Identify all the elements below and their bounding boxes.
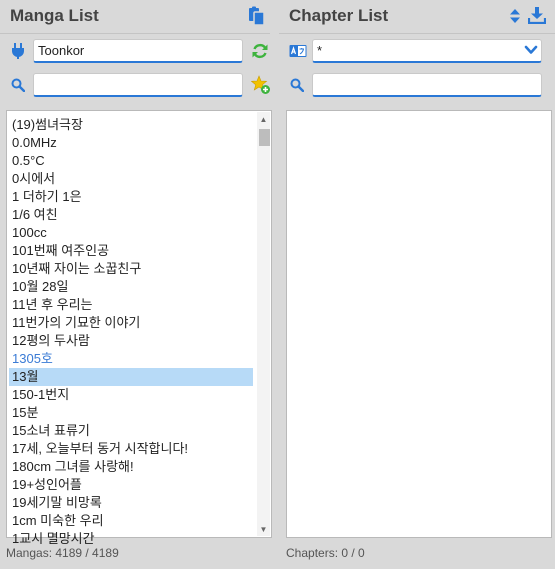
scroll-thumb[interactable] (259, 129, 270, 146)
chevron-down-icon[interactable] (524, 44, 538, 56)
language-value: * (317, 43, 323, 58)
manga-search-input[interactable] (33, 73, 243, 97)
manga-list-item[interactable]: 10년째 자이는 소꿉친구 (9, 260, 253, 278)
manga-list-item[interactable]: 17세, 오늘부터 동거 시작합니다! (9, 440, 253, 458)
manga-list-item[interactable]: 1 더하기 1은 (9, 188, 253, 206)
chapter-panel-header: Chapter List (279, 0, 555, 32)
chapter-search-input[interactable] (312, 73, 542, 97)
manga-list[interactable]: (19)썸녀극장 0.0MHz 0.5°C 0시에서 1 더하기 1은 1/6 여친 100… (6, 110, 272, 546)
language-select[interactable]: * (312, 39, 542, 63)
manga-list-item[interactable]: 11번가의 기묘한 이야기 (9, 314, 253, 332)
chapter-search-row (279, 73, 555, 99)
connector-row: Toonkor (0, 39, 270, 65)
header-divider (279, 33, 555, 34)
chapter-search-text[interactable] (317, 77, 537, 92)
manga-list-item[interactable]: 1305호 (9, 350, 253, 368)
manga-panel-header: Manga List (0, 0, 270, 32)
manga-list-item[interactable]: 12평의 두사람 (9, 332, 253, 350)
manga-list-item[interactable]: 150-1번지 (9, 386, 253, 404)
manga-list-item[interactable]: 1/6 여친 (9, 206, 253, 224)
header-divider (0, 33, 270, 34)
manga-list-item[interactable]: (19)썸녀극장 (9, 116, 253, 134)
search-icon (10, 77, 26, 93)
manga-list-item[interactable]: 100cc (9, 224, 253, 242)
manga-list-item[interactable]: 1cm 미숙한 우리 (9, 512, 253, 530)
sort-arrows-icon[interactable] (509, 8, 521, 24)
download-icon[interactable] (527, 6, 547, 25)
manga-list-item[interactable]: 11년 후 우리는 (9, 296, 253, 314)
manga-list-item[interactable]: 19+성인어플 (9, 476, 253, 494)
manga-list-scrollbar[interactable]: ▲ ▼ (257, 112, 270, 536)
manga-search-row (0, 73, 270, 99)
manga-list-item[interactable]: 19세기말 비망록 (9, 494, 253, 512)
manga-list-item[interactable]: 10월 28일 (9, 278, 253, 296)
scroll-down-icon[interactable]: ▼ (257, 522, 270, 536)
scroll-up-icon[interactable]: ▲ (257, 112, 270, 126)
manga-list-item[interactable]: 0.0MHz (9, 134, 253, 152)
manga-list-item[interactable]: 0.5°C (9, 152, 253, 170)
manga-list-item[interactable]: 180cm 그녀를 사랑해! (9, 458, 253, 476)
manga-list-item[interactable]: 101번째 여주인공 (9, 242, 253, 260)
chapter-list[interactable] (286, 110, 552, 538)
plug-icon (10, 43, 26, 59)
manga-items: (19)썸녀극장 0.0MHz 0.5°C 0시에서 1 더하기 1은 1/6 여친 100… (9, 116, 253, 548)
manga-list-title: Manga List (10, 6, 99, 25)
connector-select[interactable]: Toonkor (33, 39, 243, 63)
manga-count-status: Mangas: 4189 / 4189 (6, 546, 119, 560)
manga-list-item[interactable]: 13월 (9, 368, 253, 386)
manga-list-item[interactable]: 15분 (9, 404, 253, 422)
manga-search-text[interactable] (38, 77, 238, 92)
search-icon (289, 77, 305, 93)
chapter-list-title: Chapter List (289, 6, 389, 25)
manga-list-item[interactable]: 15소녀 표류기 (9, 422, 253, 440)
connector-value: Toonkor (38, 43, 85, 58)
clipboard-copy-icon[interactable] (248, 6, 266, 26)
chapter-count-status: Chapters: 0 / 0 (286, 546, 365, 560)
translate-icon (289, 43, 307, 59)
language-row: * (279, 39, 555, 65)
manga-list-item[interactable]: 0시에서 (9, 170, 253, 188)
star-add-icon[interactable] (250, 75, 271, 95)
refresh-icon[interactable] (251, 42, 269, 60)
